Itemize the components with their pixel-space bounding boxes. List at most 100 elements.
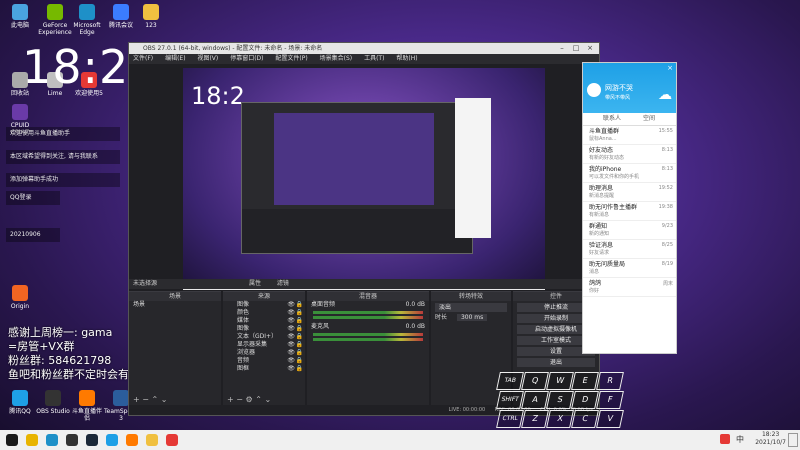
chat-list-item[interactable]: 斗鱼直播群 鼠标Anna... 15:55	[583, 126, 676, 145]
notification-2[interactable]: 本区域希望得到关注, 请与我联系	[6, 150, 120, 164]
lock-icon[interactable]: 🔒	[296, 301, 303, 309]
notification-center-icon[interactable]	[788, 433, 798, 447]
menu-edit[interactable]: 编辑(E)	[165, 55, 185, 62]
mixer-track-2: 麦克风 0.0 dB	[307, 323, 429, 331]
visibility-icon[interactable]: 👁	[287, 349, 295, 357]
source-item[interactable]: 图像 👁 🔒	[223, 301, 305, 309]
menu-scene-collection[interactable]: 场景集合(S)	[320, 55, 353, 62]
chat-list-item[interactable]: 助无问作鲁主播群 有新消息 19:38	[583, 202, 676, 221]
properties-button[interactable]: 属性	[249, 280, 261, 287]
visibility-icon[interactable]: 👁	[287, 357, 295, 365]
obs-titlebar[interactable]: OBS 27.0.1 (64-bit, windows) - 配置文件: 未命名…	[129, 43, 599, 54]
visibility-icon[interactable]: 👁	[287, 341, 295, 349]
lock-icon[interactable]: 🔒	[296, 341, 303, 349]
obs-icon[interactable]	[66, 434, 78, 446]
menu-help[interactable]: 帮助(H)	[396, 55, 417, 62]
menu-tools[interactable]: 工具(T)	[364, 55, 384, 62]
ime-icon[interactable]	[720, 434, 730, 444]
visibility-icon[interactable]: 👁	[287, 317, 295, 325]
tab-qzone[interactable]: 空间	[643, 113, 655, 125]
notification-5[interactable]: 20210906	[6, 228, 60, 242]
tab-contacts[interactable]: 联系人	[603, 113, 621, 125]
close-icon[interactable]: ×	[583, 43, 597, 54]
douyu-icon[interactable]	[126, 434, 138, 446]
source-item[interactable]: 媒体 👁 🔒	[223, 317, 305, 325]
lock-icon[interactable]: 🔒	[296, 333, 303, 341]
duration-input[interactable]: 300 ms	[456, 314, 488, 321]
lock-icon[interactable]: 🔒	[296, 365, 303, 373]
mixer-track-1-slider[interactable]	[313, 316, 423, 319]
taskbar: 中 18:23 2021/10/7	[0, 430, 800, 450]
desktop-icon[interactable]: 腾讯QQ	[3, 390, 37, 415]
chat-msg: 好友请求	[589, 250, 610, 256]
visibility-icon[interactable]: 👁	[287, 333, 295, 341]
menu-profile[interactable]: 配置文件(P)	[275, 55, 307, 62]
chat-list-item[interactable]: 助无问质量局 消息 8/19	[583, 259, 676, 278]
menu-docks[interactable]: 停靠窗口(D)	[230, 55, 263, 62]
mixer-track-2-slider[interactable]	[313, 338, 423, 341]
visibility-icon[interactable]: 👁	[287, 309, 295, 317]
desktop-icon[interactable]: GeForce Experience	[38, 4, 72, 36]
maximize-icon[interactable]: □	[569, 43, 583, 54]
chat-list-item[interactable]: 我的iPhone 可以发文件和你的手机 8:13	[583, 164, 676, 183]
chat-time: 9/23	[661, 223, 673, 229]
obs-preview[interactable]: 18:2	[183, 68, 545, 290]
desktop-icon[interactable]: 斗鱼直播伴侣	[70, 390, 104, 422]
source-item[interactable]: 文本（GDI+） 👁 🔒	[223, 333, 305, 341]
qq-icon[interactable]	[106, 434, 118, 446]
lock-icon[interactable]: 🔒	[296, 349, 303, 357]
app-icon	[45, 390, 61, 406]
notification-4[interactable]: QQ登录	[6, 191, 60, 205]
scenes-controls[interactable]: + − ⌃ ⌄	[133, 395, 167, 404]
lock-icon[interactable]: 🔒	[296, 357, 303, 365]
red-app-icon[interactable]	[166, 434, 178, 446]
qq-signature[interactable]: 带风不带风	[605, 94, 630, 101]
filters-button[interactable]: 滤镜	[277, 280, 289, 287]
start-icon[interactable]	[6, 434, 18, 446]
transition-select[interactable]: 淡出	[435, 303, 507, 312]
chat-msg: 新的通知	[589, 231, 610, 237]
desktop-icon[interactable]: 腾讯会议	[104, 4, 138, 29]
source-item[interactable]: 音频 👁 🔒	[223, 357, 305, 365]
chat-list-item[interactable]: 好友动态 有新的好友动态 8:13	[583, 145, 676, 164]
visibility-icon[interactable]: 👁	[287, 365, 295, 373]
visibility-icon[interactable]: 👁	[287, 301, 295, 309]
source-item[interactable]: 浏览器 👁 🔒	[223, 349, 305, 357]
desktop-icon[interactable]: 123	[134, 4, 168, 29]
sources-controls[interactable]: + − ⚙ ⌃ ⌄	[227, 395, 271, 404]
app-icon	[12, 285, 28, 301]
desktop-icon[interactable]: 此电脑	[3, 4, 37, 29]
lock-icon[interactable]: 🔒	[296, 325, 303, 333]
qq-close-icon[interactable]: ×	[667, 64, 673, 72]
minimize-icon[interactable]: –	[555, 43, 569, 54]
menu-file[interactable]: 文件(F)	[133, 55, 153, 62]
source-item[interactable]: 图框 👁 🔒	[223, 365, 305, 373]
desktop-icon[interactable]: Microsoft Edge	[70, 4, 104, 36]
source-item[interactable]: 显示器采集 👁 🔒	[223, 341, 305, 349]
chat-list-item[interactable]: 鸽鸽 你好 周末	[583, 278, 676, 297]
ime-mode[interactable]: 中	[736, 434, 744, 445]
edge-icon[interactable]	[46, 434, 58, 446]
chat-list-item[interactable]: 验证消息 好友请求 8/25	[583, 240, 676, 259]
notification-1[interactable]: 欢迎使用斗鱼直播助手	[6, 127, 120, 141]
source-item[interactable]: 颜色 👁 🔒	[223, 309, 305, 317]
notification-3[interactable]: 添加弹幕助手成功	[6, 173, 120, 187]
source-item[interactable]: 图像 👁 🔒	[223, 325, 305, 333]
desktop-icon[interactable]: OBS Studio	[36, 390, 70, 415]
chat-list-item[interactable]: 群通知 新的通知 9/23	[583, 221, 676, 240]
visibility-icon[interactable]: 👁	[287, 325, 295, 333]
weather-icon[interactable]: ☁	[658, 87, 672, 103]
folder-icon[interactable]	[146, 434, 158, 446]
lock-icon[interactable]: 🔒	[296, 309, 303, 317]
chrome-icon[interactable]	[26, 434, 38, 446]
chat-list-item[interactable]: 助理消息 新消息提醒 19:52	[583, 183, 676, 202]
lock-icon[interactable]: 🔒	[296, 317, 303, 325]
menu-view[interactable]: 视图(V)	[197, 55, 218, 62]
desktop-icon[interactable]: Origin	[3, 285, 37, 310]
key-tab: TAB	[496, 372, 524, 390]
tray-clock[interactable]: 18:23 2021/10/7	[755, 431, 786, 447]
scene-item[interactable]: 场景	[129, 301, 221, 309]
steam-icon[interactable]	[86, 434, 98, 446]
exit-button[interactable]: 退出	[517, 358, 595, 367]
avatar[interactable]	[587, 83, 601, 97]
